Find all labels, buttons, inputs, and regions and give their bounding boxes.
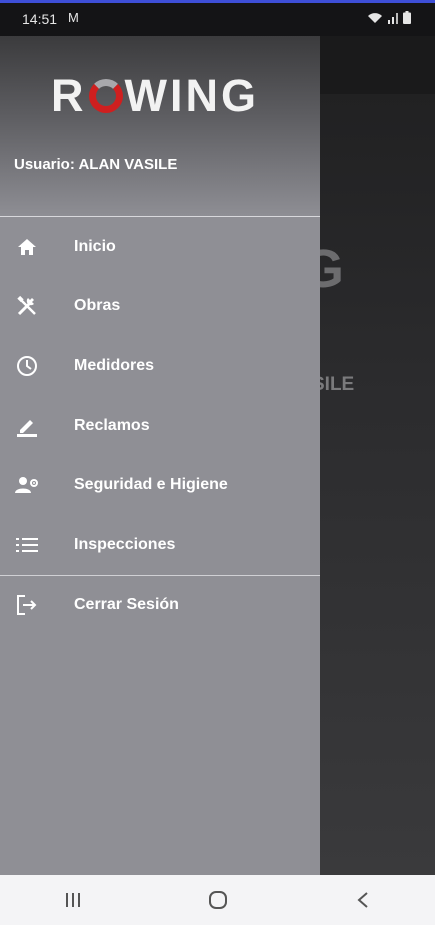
mail-icon: M	[68, 10, 79, 25]
menu-item-medidores[interactable]: Medidores	[0, 336, 320, 396]
home-button[interactable]	[198, 885, 238, 915]
menu-item-label: Cerrar Sesión	[74, 596, 179, 614]
clock-icon	[14, 353, 40, 379]
tools-icon	[14, 293, 40, 319]
recent-apps-button[interactable]	[53, 885, 93, 915]
back-button[interactable]	[343, 885, 383, 915]
menu-item-reclamos[interactable]: Reclamos	[0, 396, 320, 456]
logo-letter-r: R	[51, 70, 87, 121]
menu-item-inspecciones[interactable]: Inspecciones	[0, 515, 320, 575]
menu-item-label: Seguridad e Higiene	[74, 476, 228, 494]
menu-item-label: Inspecciones	[74, 535, 176, 553]
background-screen: G SILE	[320, 36, 435, 875]
menu-item-label: Obras	[74, 297, 121, 315]
status-icons	[367, 11, 411, 24]
battery-icon	[403, 11, 411, 24]
status-time: 14:51	[22, 11, 58, 27]
background-logo-fragment: G	[320, 239, 345, 299]
person-gear-icon	[14, 472, 40, 498]
background-app-bar	[320, 36, 435, 94]
recent-apps-icon	[65, 893, 80, 907]
logo-letters-wing: WING	[124, 70, 259, 121]
background-user-fragment: SILE	[320, 374, 355, 395]
drawer-menu: Inicio Obras Medidores Reclamos Segurida…	[0, 217, 320, 575]
signal-icon	[388, 12, 398, 24]
menu-item-inicio[interactable]: Inicio	[0, 217, 320, 277]
drawer-header: R WING Usuario: ALAN VASILE	[0, 36, 320, 217]
menu-item-cerrar-sesion[interactable]: Cerrar Sesión	[0, 576, 320, 636]
status-bar: 14:51 M	[0, 3, 435, 36]
back-chevron-icon	[356, 892, 368, 908]
user-label: Usuario: ALAN VASILE	[14, 156, 178, 173]
logo-ring-icon	[88, 79, 123, 113]
wifi-icon	[368, 12, 382, 23]
list-icon	[14, 532, 40, 558]
rowing-logo: R WING	[51, 70, 259, 122]
navigation-drawer: R WING Usuario: ALAN VASILE Inicio Obras…	[0, 36, 320, 875]
menu-item-label: Inicio	[74, 237, 116, 255]
menu-item-label: Reclamos	[74, 416, 150, 434]
menu-item-seguridad-e-higiene[interactable]: Seguridad e Higiene	[0, 455, 320, 515]
menu-item-obras[interactable]: Obras	[0, 277, 320, 337]
home-circle-icon	[208, 891, 227, 909]
logout-icon	[14, 592, 40, 618]
system-navigation-bar	[0, 875, 435, 925]
menu-item-label: Medidores	[74, 356, 155, 374]
pencil-icon	[14, 413, 40, 439]
home-icon	[14, 234, 40, 260]
